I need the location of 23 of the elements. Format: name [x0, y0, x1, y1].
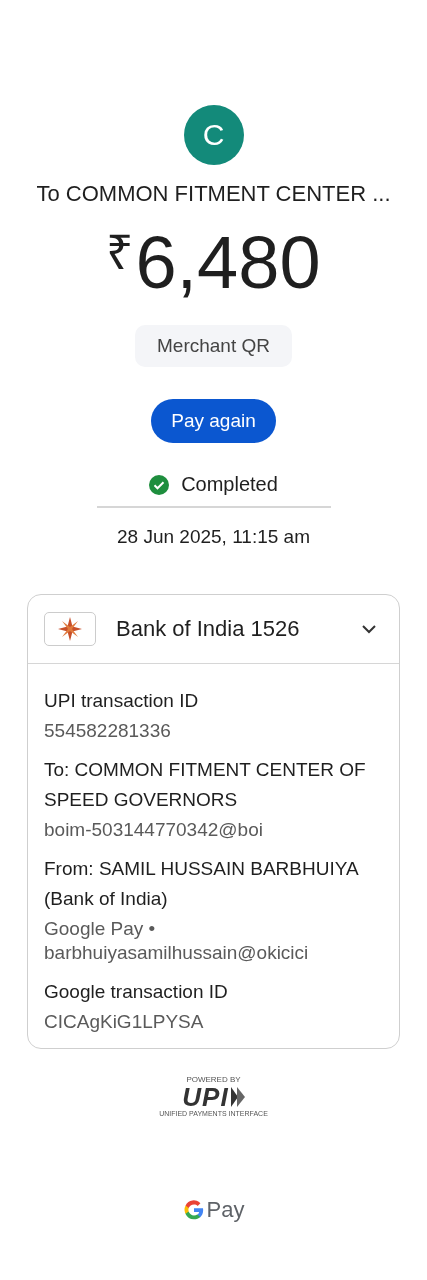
transaction-date: 28 Jun 2025, 11:15 am: [117, 526, 310, 548]
chevron-icon[interactable]: [361, 624, 377, 634]
avatar: C: [183, 105, 244, 165]
recipient-name: To COMMON FITMENT CENTER ...: [36, 181, 391, 207]
status-label: Completed: [181, 473, 278, 496]
check-circle-icon: [149, 474, 170, 495]
account-selector[interactable]: Bank of India 1526: [28, 595, 399, 664]
detail-value: 554582281336: [44, 719, 172, 743]
pay-again-button[interactable]: Pay again: [151, 399, 276, 443]
detail-label: Google transaction ID: [44, 980, 229, 1004]
detail-value: boim-503144770342@boi: [44, 818, 264, 842]
brand-name: Pay: [206, 1197, 245, 1223]
currency-symbol: ₹: [106, 225, 134, 281]
detail-value: CICAgKiG1LPYSA: [44, 1010, 205, 1034]
detail-label: UPI transaction ID: [44, 689, 200, 713]
detail-value: Google Pay • barbhuiyasamilhussain@okicici: [44, 917, 310, 965]
detail-label: From: SAMIL HUSSAIN BARBHUIYA (Bank of India): [44, 857, 360, 911]
account-name: Bank of India 1526: [116, 616, 301, 642]
bank-logo-icon: [44, 612, 96, 646]
detail-label: To: COMMON FITMENT CENTER OF SPEED GOVERNORS: [44, 758, 367, 812]
google-g-icon: [182, 1199, 205, 1221]
amount: 6,480: [135, 223, 321, 303]
payment-type-tag: Merchant QR: [135, 325, 292, 367]
